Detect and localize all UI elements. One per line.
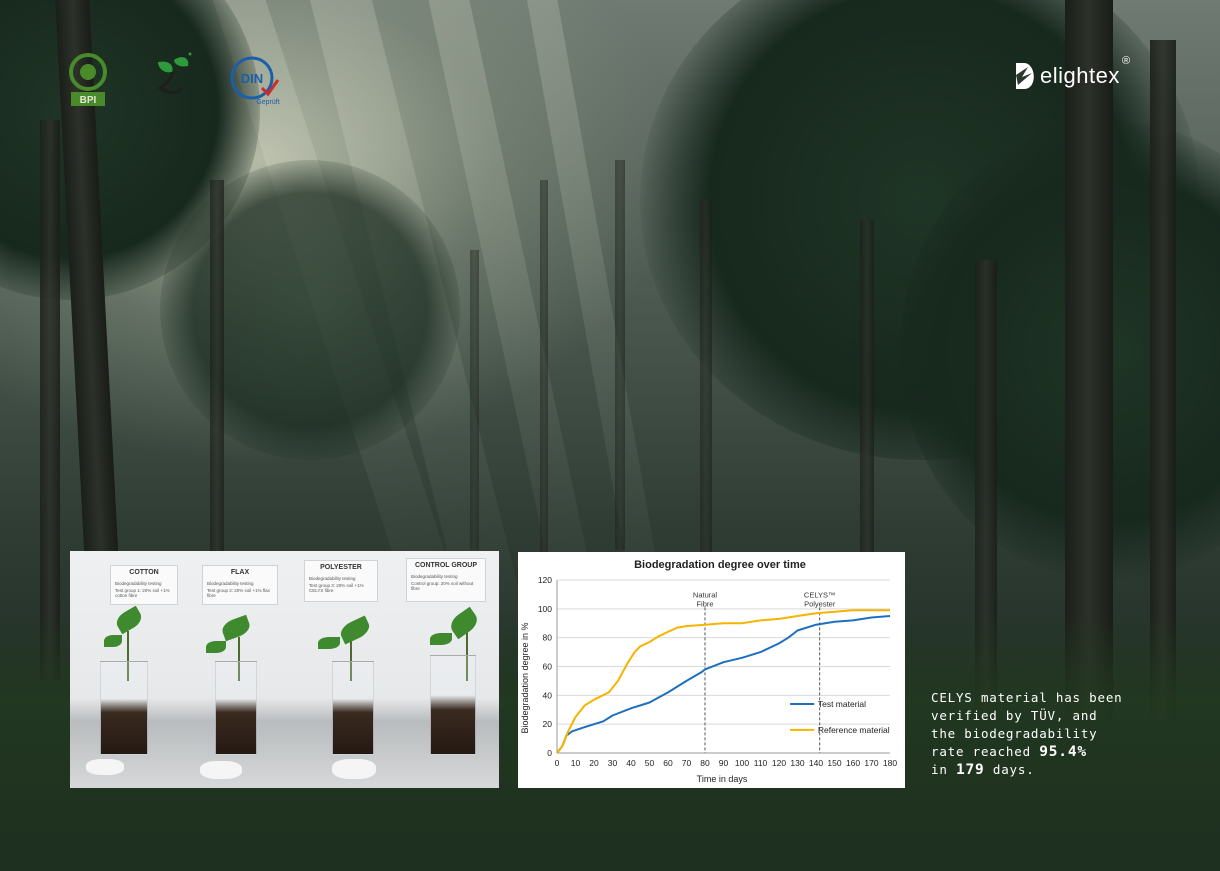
y-tick-label: 20 [543, 719, 553, 729]
seedling-logo [157, 52, 192, 94]
x-tick-label: 60 [663, 758, 673, 768]
registered-mark: ® [1122, 55, 1131, 67]
caption-line-1: CELYS material has been [931, 690, 1123, 705]
legend-label: Test material [818, 699, 866, 709]
x-tick-label: 130 [790, 758, 804, 768]
y-tick-label: 0 [547, 748, 552, 758]
legend-label: Reference material [818, 725, 890, 735]
caption-line-3: the biodegradability [931, 726, 1098, 741]
x-tick-label: 20 [589, 758, 599, 768]
x-tick-label: 90 [719, 758, 729, 768]
bpi-logo: BPI [69, 53, 107, 106]
soil-test-photo: COTTON Biodegradability testing Test gro… [70, 551, 499, 788]
y-tick-label: 80 [543, 633, 553, 643]
chart-canvas: Biodegradation degree over time Biodegra… [520, 559, 898, 784]
test-jar-polyester [332, 661, 374, 755]
note-card-cotton: COTTON Biodegradability testing Test gro… [110, 565, 178, 605]
annotation-label: Natural Fibre [693, 590, 718, 608]
y-tick-label: 60 [543, 662, 553, 672]
brand-name: elightex [1040, 63, 1120, 88]
x-tick-label: 150 [827, 758, 841, 768]
caption-line-2: verified by TÜV, and [931, 708, 1098, 723]
din-logo-text: DIN [241, 71, 263, 86]
x-tick-label: 120 [772, 758, 786, 768]
y-tick-label: 40 [543, 690, 553, 700]
note-card-polyester: POLYESTER Biodegradability testing Test … [304, 560, 378, 602]
annotation-label: CELYS™ Polyester [804, 590, 836, 608]
chart-ticks: 0 20 40 60 80 100 120 0 10 20 30 40 50 60 70 80 90 100 110… [538, 575, 898, 768]
x-tick-label: 160 [846, 758, 860, 768]
caption-line-4: rate reached 95.4% [931, 744, 1087, 760]
x-tick-label: 50 [645, 758, 655, 768]
test-jar-cotton [100, 661, 148, 755]
caption-line-5: in 179 days. [931, 762, 1035, 778]
din-logo-subtext: Geprüft [256, 99, 279, 106]
x-tick-label: 140 [809, 758, 823, 768]
brand-d-mark-icon [1016, 63, 1034, 89]
days-count: 179 [955, 762, 985, 778]
din-geprueft-logo: DIN Geprüft [230, 56, 280, 106]
x-tick-label: 10 [571, 758, 581, 768]
celys-caption: CELYS material has been verified by TÜV,… [931, 689, 1191, 779]
biodegradation-chart: Biodegradation degree over time Biodegra… [518, 552, 905, 788]
chart-y-axis-label: Biodegradation degree in % [520, 622, 530, 733]
y-tick-label: 100 [538, 604, 552, 614]
y-tick-label: 120 [538, 575, 552, 585]
x-tick-label: 170 [864, 758, 878, 768]
test-jar-flax [215, 661, 257, 755]
x-tick-label: 0 [555, 758, 560, 768]
brand-logo: elightex [1014, 56, 1120, 96]
chart-annotations: Natural Fibre CELYS™ Polyester [693, 590, 836, 753]
x-tick-label: 70 [682, 758, 692, 768]
chart-title: Biodegradation degree over time [634, 559, 806, 571]
test-jar-control [430, 655, 476, 755]
x-tick-label: 40 [626, 758, 636, 768]
x-tick-label: 80 [700, 758, 710, 768]
x-tick-label: 180 [883, 758, 897, 768]
x-tick-label: 110 [754, 758, 768, 768]
x-tick-label: 30 [608, 758, 618, 768]
note-card-control-group: CONTROL GROUP Biodegradability testing C… [406, 558, 486, 602]
note-card-flax: FLAX Biodegradability testing Test group… [202, 565, 278, 605]
chart-legend: Test material Reference material [790, 699, 890, 735]
x-tick-label: 100 [735, 758, 749, 768]
chart-x-axis-label: Time in days [697, 774, 748, 784]
biodegradability-rate: 95.4% [1039, 744, 1087, 760]
bpi-logo-text: BPI [80, 95, 97, 106]
